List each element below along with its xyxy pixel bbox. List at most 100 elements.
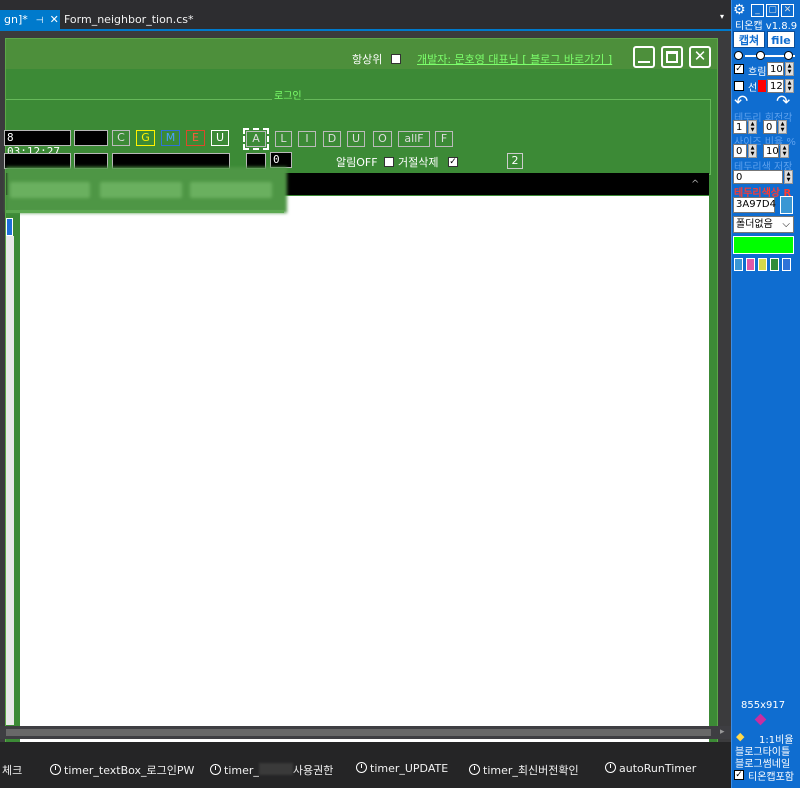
blur-spinner[interactable]: ▲ ▼ [785,62,794,76]
line-spinner[interactable]: ▲ ▼ [785,79,794,93]
size-spinner-2[interactable]: ▲ ▼ [780,144,789,158]
tray-item-timer-update[interactable]: timer_UPDATE [356,762,448,775]
tray-item-timer-version[interactable]: timer_최신버전확인 [469,762,579,778]
tab-label: gn]* [4,13,28,26]
u-action-button[interactable]: U [347,131,365,147]
canvas-size-readout: 855x917 [741,700,786,711]
line-label: 선 [748,83,758,94]
panel-maximize-icon[interactable]: ▢ [766,4,779,17]
tray-item-timer-permission[interactable]: timer_ 사용권한 [210,762,333,778]
allf-button[interactable]: allF [398,131,430,147]
rotate-spinner-1[interactable]: ▲ ▼ [748,120,757,134]
line-color-swatch[interactable] [758,80,766,92]
pin-icon[interactable]: ⊣ [36,16,44,26]
blur-checkbox[interactable]: ✓ [734,64,744,74]
clock-icon [605,762,616,773]
chevron-down-icon: ⌵ [782,219,790,230]
tray-item-check[interactable]: 체크 [2,762,22,778]
rotate-input-2[interactable]: 0 [763,120,777,134]
swatch-pink[interactable] [746,258,755,271]
ide-tab-bar: gn]* ⊣ ✕ Form_neighbor_tion.cs* ▾ [0,0,731,31]
close-icon[interactable]: ✕ [50,13,59,26]
tray-item-autorun[interactable]: autoRunTimer [605,762,696,775]
m-button[interactable]: M [161,130,180,146]
f-button[interactable]: F [435,131,453,147]
swatch-dark-blue[interactable] [782,258,791,271]
redacted-mask [258,763,293,775]
clock-textbox[interactable]: 8 03:12:27 [4,130,71,158]
count-textbox[interactable]: 0 [270,152,292,168]
swatch-green[interactable] [770,258,779,271]
c-button[interactable]: C [112,130,130,146]
blurred-tab-strip [6,167,287,213]
include-checkbox[interactable]: ✓ [734,770,744,780]
mode-radio-3[interactable] [784,51,793,60]
always-on-top-label: 항상위 [352,53,383,66]
blur-value-input[interactable]: 10 [767,62,784,76]
border-color-save-input[interactable]: 0 [733,170,783,184]
hex-color-swatch[interactable] [780,196,793,214]
o-button[interactable]: O [373,131,392,147]
tray-item-label: autoRunTimer [619,762,697,775]
folder-select[interactable]: 폴더없음 ⌵ [733,216,794,233]
reject-delete-checkbox[interactable]: ✓ [448,157,458,167]
always-on-top-checkbox[interactable] [391,54,401,64]
box-icon: ◆ [736,730,745,743]
tray-item-label-prefix: timer_ [224,764,259,777]
tab-strip-underline [6,210,284,213]
line-checkbox[interactable] [734,81,744,91]
border-color-save-spinner[interactable]: ▲ ▼ [784,170,793,184]
alarm-off-checkbox[interactable] [384,157,394,167]
green-color-bar[interactable] [733,236,794,254]
size-input-2[interactable]: 100 [763,144,779,158]
tab-form-cs[interactable]: Form_neighbor_tion.cs* [64,10,194,29]
swatch-blue[interactable] [734,258,743,271]
d-button[interactable]: D [323,131,341,147]
i-button[interactable]: I [298,131,316,147]
size-spinner-1[interactable]: ▲ ▼ [748,144,757,158]
panel-minimize-icon[interactable]: _ [751,4,764,17]
hex-color-input[interactable]: 3A97D4 [733,197,776,213]
clock-icon [356,762,367,773]
tray-item-label-suffix: 사용권한 [292,764,334,777]
rotate-input-1[interactable]: 1 [733,120,747,134]
a-button[interactable]: A [243,128,269,150]
tray-item-timer-login-pw[interactable]: timer_textBox_로그인PW [50,762,194,778]
mode-radio-2[interactable] [756,51,765,60]
tab-overflow-icon[interactable]: ▾ [720,12,724,21]
spin-down-icon: ▼ [786,177,791,183]
close-button[interactable]: ✕ [689,46,711,68]
rotate-spinner-2[interactable]: ▲ ▼ [778,120,787,134]
alarm-off-label: 알림OFF [336,156,378,169]
scroll-up-icon[interactable]: ^ [691,179,699,190]
u-button[interactable]: U [211,130,229,146]
gear-icon[interactable]: ⚙ [733,2,746,18]
file-button[interactable]: file [767,31,795,48]
mode-radio-1[interactable] [734,51,743,60]
scroll-right-icon[interactable]: ▸ [720,727,725,737]
panel-close-icon[interactable]: ✕ [781,4,794,17]
tray-item-label: timer_textBox_로그인PW [64,764,195,777]
e-button[interactable]: E [186,130,205,146]
tab-designer-active[interactable]: gn]* ⊣ ✕ [0,10,60,29]
l-button[interactable]: L [275,131,292,147]
login-group-title: 로그인 [272,87,304,102]
minimize-button[interactable] [633,46,655,68]
spin-down-icon: ▼ [782,151,787,157]
blurred-tab [10,182,90,198]
status-textbox[interactable] [74,130,108,146]
maximize-button[interactable] [661,46,683,68]
capture-button[interactable]: 캡쳐 [733,31,765,48]
horizontal-scrollbar[interactable]: ▸ [0,726,731,739]
tray-item-label: timer_최신버전확인 [483,764,579,777]
left-rail-selector[interactable] [6,218,13,236]
g-button[interactable]: G [136,130,155,146]
size-input-1[interactable]: 0 [733,144,747,158]
line-value-input[interactable]: 12 [767,79,784,93]
developer-blog-link[interactable]: 개발자: 문호영 대표님 [ 블로그 바로가기 ] [417,51,612,67]
scrollbar-thumb[interactable] [6,729,711,736]
swatch-yellow[interactable] [758,258,767,271]
maximize-icon [666,51,678,63]
designed-form: 항상위 개발자: 문호영 대표님 [ 블로그 바로가기 ] ✕ 로그인 8 03… [4,38,718,756]
minimize-icon [638,61,650,63]
